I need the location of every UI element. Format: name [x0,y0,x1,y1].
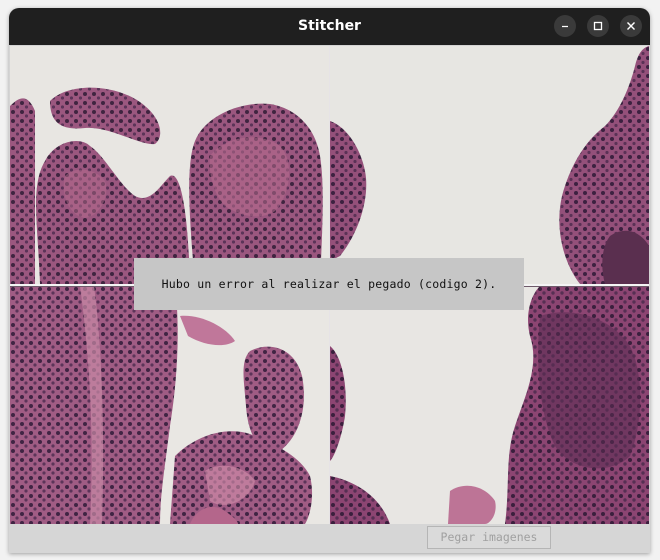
paste-images-button[interactable]: Pegar imagenes [427,526,551,549]
app-window: Stitcher Hubo un error al realizar el pe… [9,8,650,553]
stitch-tile-4 [330,286,649,524]
error-message: Hubo un error al realizar el pegado (cod… [134,258,524,310]
stitch-canvas: Hubo un error al realizar el pegado (cod… [10,46,649,524]
bottom-toolbar: Pegar imagenes [9,524,650,553]
maximize-icon [593,21,603,31]
stitch-tile-2 [330,46,649,284]
stitch-tile-1 [10,46,329,284]
close-icon [627,22,635,30]
title-bar[interactable]: Stitcher [9,8,650,45]
minimize-button[interactable] [554,15,576,37]
stitch-tile-3 [10,286,329,524]
maximize-button[interactable] [587,15,609,37]
close-button[interactable] [620,15,642,37]
minimize-icon [562,25,568,28]
